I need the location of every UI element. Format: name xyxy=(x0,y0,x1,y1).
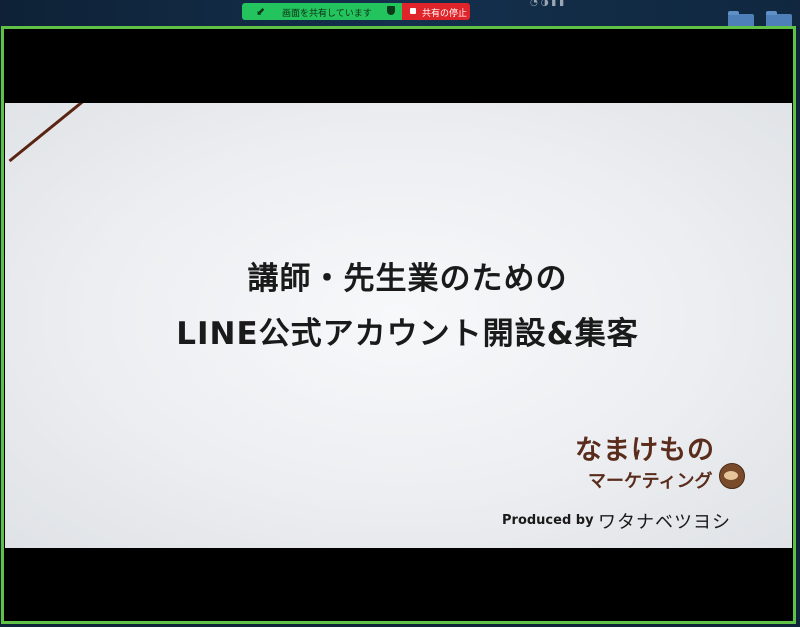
security-shield-icon[interactable] xyxy=(387,6,395,15)
brand-logo-sub: マーケティング xyxy=(588,471,713,492)
producer-name: ワタナベツヨシ xyxy=(598,512,731,533)
presentation-slide: 講師・先生業のための LINE公式アカウント開設&集客 なまけもの マーケティン… xyxy=(5,103,792,548)
slide-title-line-1: 講師・先生業のための xyxy=(247,261,568,297)
screen-share-toolbar: ⬋ 画面を共有しています 共有の停止 xyxy=(242,3,470,20)
stop-sharing-label: 共有の停止 xyxy=(422,9,468,19)
menubar-status-icon[interactable]: ◔ ◑ ▮ ▮ xyxy=(530,0,564,8)
desktop-edge xyxy=(796,26,800,627)
sharing-status-label: 画面を共有しています xyxy=(282,9,372,19)
sloth-mascot-icon xyxy=(719,463,745,489)
producer-label: Produced by xyxy=(502,513,594,528)
brand-logo-main: なまけもの xyxy=(575,435,715,466)
slide-title-line-2: LINE公式アカウント開設&集客 xyxy=(176,316,639,352)
sharing-status-pill[interactable]: ⬋ 画面を共有しています xyxy=(242,3,402,20)
drag-grip-icon[interactable]: ⬋ xyxy=(256,5,265,18)
stop-sharing-button[interactable]: 共有の停止 xyxy=(402,3,470,20)
stop-square-icon xyxy=(410,8,416,14)
